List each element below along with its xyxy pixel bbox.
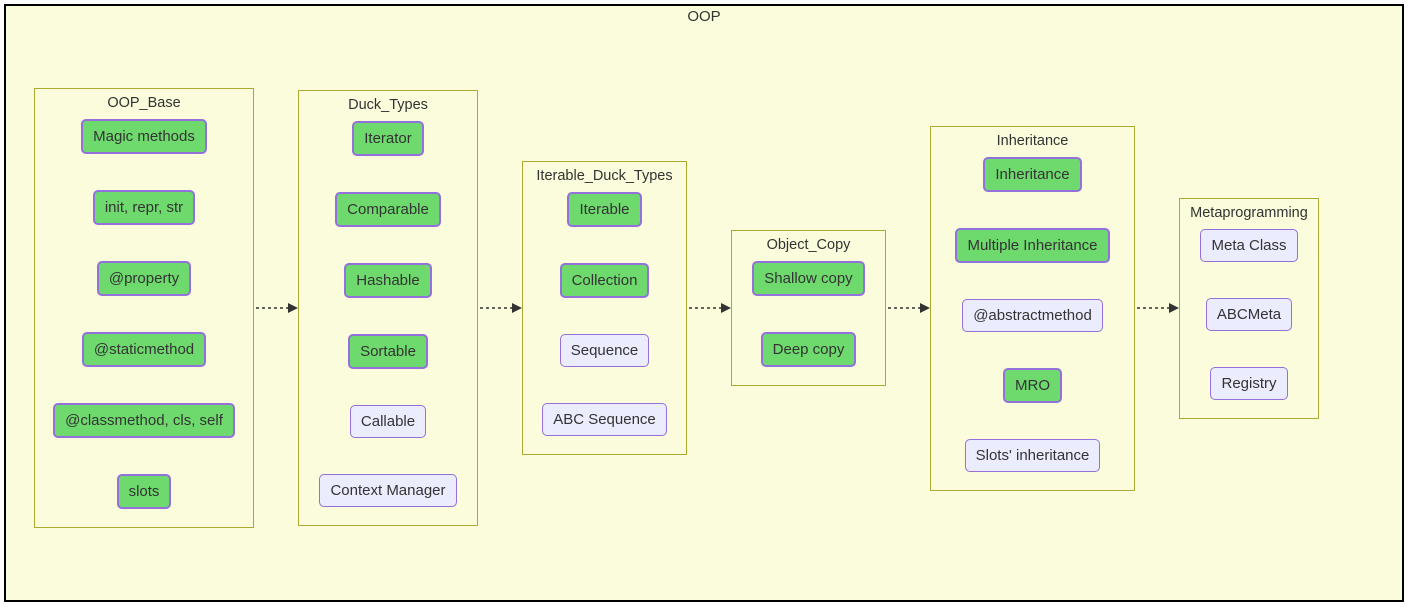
node-sequence[interactable]: Sequence (560, 334, 650, 367)
node-init-repr-str[interactable]: init, repr, str (93, 190, 195, 225)
outer-title: OOP (6, 8, 1402, 25)
node-collection[interactable]: Collection (560, 263, 650, 298)
group-duck-types: Duck_Types Iterator Comparable Hashable … (298, 90, 478, 526)
node-mro[interactable]: MRO (1003, 368, 1062, 403)
group-title-object-copy: Object_Copy (732, 237, 885, 253)
node-property[interactable]: @property (97, 261, 191, 296)
node-multiple-inheritance[interactable]: Multiple Inheritance (955, 228, 1109, 263)
group-title-metaprogramming: Metaprogramming (1180, 205, 1318, 221)
node-shallow-copy[interactable]: Shallow copy (752, 261, 864, 296)
group-metaprogramming: Metaprogramming Meta Class ABCMeta Regis… (1179, 198, 1319, 419)
node-iterable[interactable]: Iterable (567, 192, 641, 227)
node-abcmeta[interactable]: ABCMeta (1206, 298, 1292, 331)
group-iterable-duck-types: Iterable_Duck_Types Iterable Collection … (522, 161, 687, 455)
node-abstractmethod[interactable]: @abstractmethod (962, 299, 1103, 332)
group-title-duck-types: Duck_Types (299, 97, 477, 113)
group-inheritance: Inheritance Inheritance Multiple Inherit… (930, 126, 1135, 491)
col-inheritance: Inheritance Inheritance Multiple Inherit… (930, 126, 1135, 491)
col-metaprogramming: Metaprogramming Meta Class ABCMeta Regis… (1179, 198, 1319, 419)
node-iterator[interactable]: Iterator (352, 121, 424, 156)
group-title-oop-base: OOP_Base (35, 95, 253, 111)
node-registry[interactable]: Registry (1210, 367, 1287, 400)
node-magic-methods[interactable]: Magic methods (81, 119, 207, 154)
arrow-icon (886, 298, 930, 318)
arrow-icon (1135, 298, 1179, 318)
group-title-iterable-duck-types: Iterable_Duck_Types (523, 168, 686, 184)
node-deep-copy[interactable]: Deep copy (761, 332, 857, 367)
node-inheritance-item[interactable]: Inheritance (983, 157, 1081, 192)
col-iterable-duck-types: Iterable_Duck_Types Iterable Collection … (522, 161, 687, 455)
node-comparable[interactable]: Comparable (335, 192, 441, 227)
node-classmethod-cls-self[interactable]: @classmethod, cls, self (53, 403, 235, 438)
node-slots-inheritance[interactable]: Slots' inheritance (965, 439, 1101, 472)
node-sortable[interactable]: Sortable (348, 334, 428, 369)
group-object-copy: Object_Copy Shallow copy Deep copy (731, 230, 886, 386)
arrow-icon (254, 298, 298, 318)
node-hashable[interactable]: Hashable (344, 263, 431, 298)
group-oop-base: OOP_Base Magic methods init, repr, str @… (34, 88, 254, 528)
outer-container: OOP OOP_Base Magic methods init, repr, s… (4, 4, 1404, 602)
group-title-inheritance: Inheritance (931, 133, 1134, 149)
col-duck-types: Duck_Types Iterator Comparable Hashable … (298, 90, 478, 526)
arrow-icon (478, 298, 522, 318)
node-slots[interactable]: slots (117, 474, 172, 509)
node-staticmethod[interactable]: @staticmethod (82, 332, 206, 367)
node-meta-class[interactable]: Meta Class (1200, 229, 1297, 262)
col-oop-base: OOP_Base Magic methods init, repr, str @… (34, 88, 254, 528)
node-abc-sequence[interactable]: ABC Sequence (542, 403, 667, 436)
arrow-icon (687, 298, 731, 318)
col-object-copy: Object_Copy Shallow copy Deep copy (731, 230, 886, 386)
node-context-manager[interactable]: Context Manager (319, 474, 456, 507)
groups-row: OOP_Base Magic methods init, repr, str @… (6, 28, 1402, 588)
node-callable[interactable]: Callable (350, 405, 426, 438)
